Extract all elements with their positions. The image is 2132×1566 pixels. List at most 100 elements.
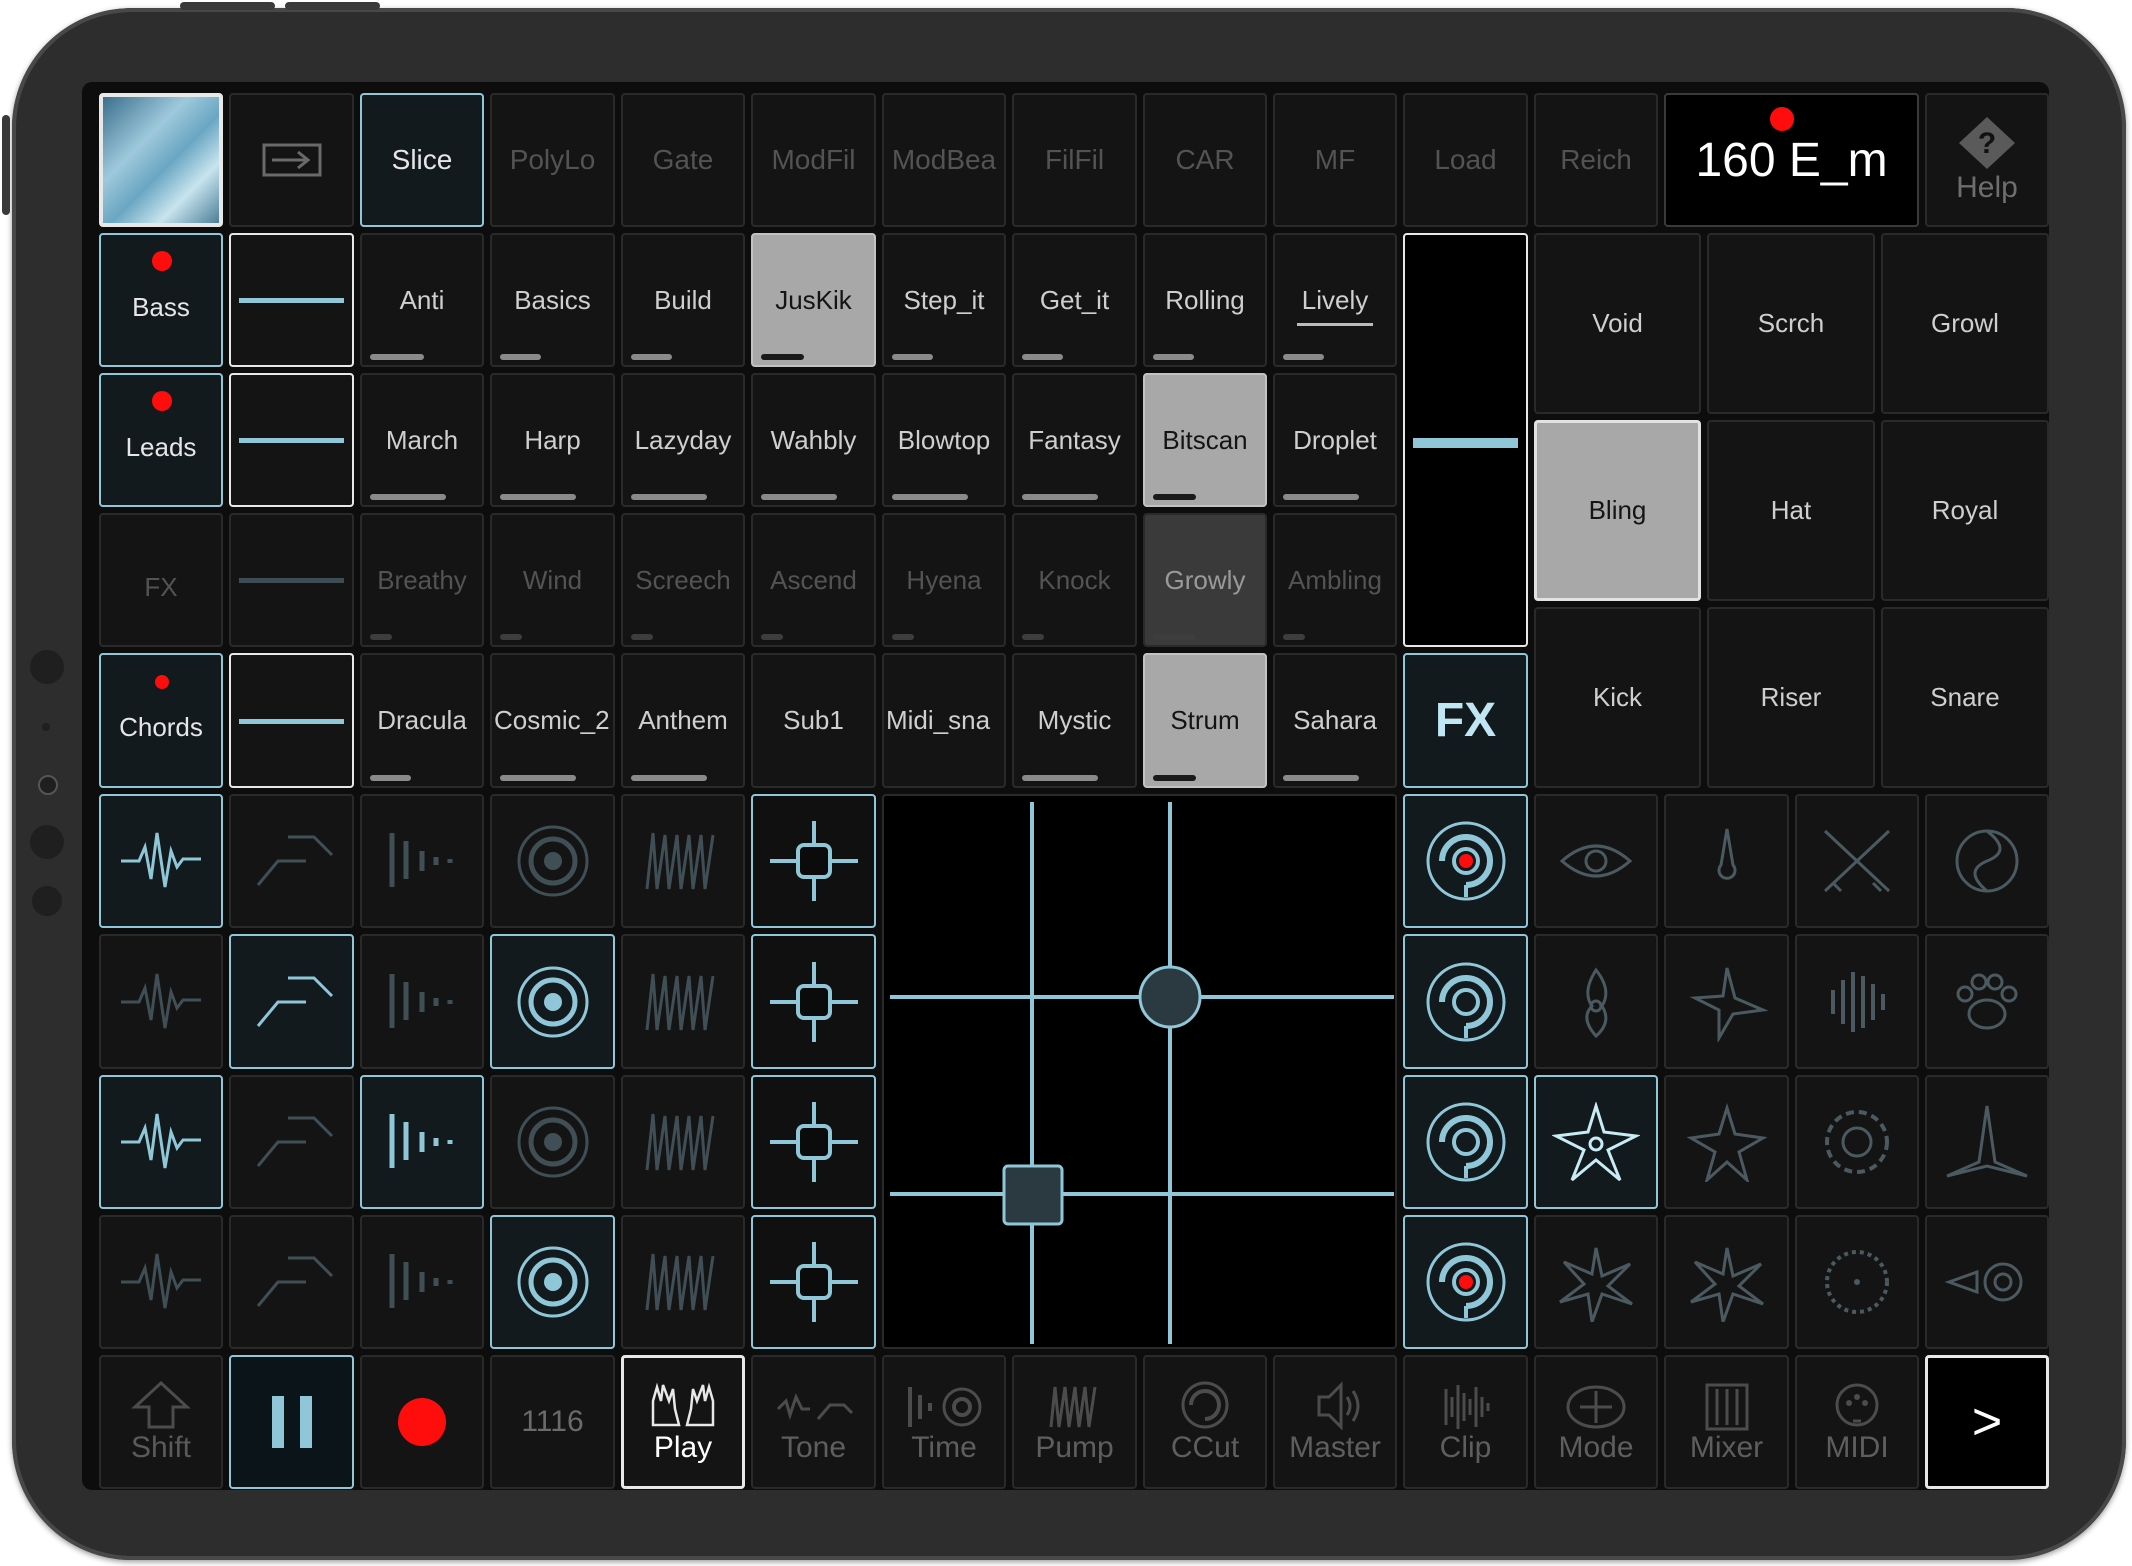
track-volume-fx[interactable] [229, 513, 354, 647]
effect-target-2[interactable] [490, 934, 615, 1069]
tab-modbea[interactable]: ModBea [882, 93, 1006, 227]
track-leads[interactable]: Leads [99, 373, 223, 507]
ccut-4[interactable] [1403, 1215, 1528, 1349]
clip-juskik[interactable]: JusKik [751, 233, 876, 367]
time-button[interactable]: Time [882, 1355, 1006, 1489]
fx-weapon-5[interactable] [1534, 934, 1658, 1069]
clip-rolling[interactable]: Rolling [1143, 233, 1267, 367]
effect-pump-4[interactable] [621, 1215, 745, 1349]
clip-step_it[interactable]: Step_it [882, 233, 1006, 367]
tab-polylo[interactable]: PolyLo [490, 93, 615, 227]
clip-blowtop[interactable]: Blowtop [882, 373, 1006, 507]
effect-waveform-2[interactable] [99, 934, 223, 1069]
fx-weapon-10[interactable] [1664, 1075, 1789, 1209]
track-volume-leads[interactable] [229, 373, 354, 507]
effect-crosshair-4[interactable] [751, 1215, 876, 1349]
fx-pad-void[interactable]: Void [1534, 233, 1701, 414]
fx-weapon-15[interactable] [1795, 1215, 1919, 1349]
mixer-button[interactable]: Mixer [1664, 1355, 1789, 1489]
clip-mystic[interactable]: Mystic [1012, 653, 1137, 788]
tab-modfil[interactable]: ModFil [751, 93, 876, 227]
fx-weapon-7[interactable] [1795, 934, 1919, 1069]
clip-ascend[interactable]: Ascend [751, 513, 876, 647]
mode-button[interactable]: Mode [1534, 1355, 1658, 1489]
fx-weapon-3[interactable] [1795, 794, 1919, 928]
effect-pump-3[interactable] [621, 1075, 745, 1209]
fx-pad-snare[interactable]: Snare [1881, 607, 2049, 788]
clip-droplet[interactable]: Droplet [1273, 373, 1397, 507]
effect-envelope-1[interactable] [229, 794, 354, 928]
fx-pad-scrch[interactable]: Scrch [1707, 233, 1875, 414]
tab-car[interactable]: CAR [1143, 93, 1267, 227]
clip-strum[interactable]: Strum [1143, 653, 1267, 788]
fx-weapon-4[interactable] [1925, 794, 2049, 928]
effect-crosshair-3[interactable] [751, 1075, 876, 1209]
effect-target-4[interactable] [490, 1215, 615, 1349]
clip-get_it[interactable]: Get_it [1012, 233, 1137, 367]
next-page-button[interactable]: > [1925, 1355, 2049, 1489]
tab-slice[interactable]: Slice [360, 93, 484, 227]
clip-hyena[interactable]: Hyena [882, 513, 1006, 647]
clip-dracula[interactable]: Dracula [360, 653, 484, 788]
effect-target-3[interactable] [490, 1075, 615, 1209]
effect-waveform-4[interactable] [99, 1215, 223, 1349]
clip-bitscan[interactable]: Bitscan [1143, 373, 1267, 507]
clip-wahbly[interactable]: Wahbly [751, 373, 876, 507]
fx-weapon-13[interactable] [1534, 1215, 1658, 1349]
effect-waveform-1[interactable] [99, 794, 223, 928]
effect-slicer-2[interactable] [360, 934, 484, 1069]
clip-anti[interactable]: Anti [360, 233, 484, 367]
effect-waveform-3[interactable] [99, 1075, 223, 1209]
fx-weapon-11[interactable] [1795, 1075, 1919, 1209]
effect-target-1[interactable] [490, 794, 615, 928]
clip-fantasy[interactable]: Fantasy [1012, 373, 1137, 507]
fx-weapon-14[interactable] [1664, 1215, 1789, 1349]
shift-button[interactable]: Shift [99, 1355, 223, 1489]
fx-weapon-8[interactable] [1925, 934, 2049, 1069]
clip-screech[interactable]: Screech [621, 513, 745, 647]
track-fx[interactable]: FX [99, 513, 223, 647]
clip-anthem[interactable]: Anthem [621, 653, 745, 788]
tab-mf[interactable]: MF [1273, 93, 1397, 227]
fx-pad-hat[interactable]: Hat [1707, 420, 1875, 601]
clip-lazyday[interactable]: Lazyday [621, 373, 745, 507]
tab-filfil[interactable]: FilFil [1012, 93, 1137, 227]
fx-send-slider[interactable] [1403, 233, 1528, 647]
track-bass[interactable]: Bass [99, 233, 223, 367]
clip-build[interactable]: Build [621, 233, 745, 367]
track-volume-chords[interactable] [229, 653, 354, 788]
fx-weapon-12[interactable] [1925, 1075, 2049, 1209]
track-chords[interactable]: Chords [99, 653, 223, 788]
clip-sub1[interactable]: Sub1 [751, 653, 876, 788]
clip-wind[interactable]: Wind [490, 513, 615, 647]
clip-ambling[interactable]: Ambling [1273, 513, 1397, 647]
fx-weapon-9[interactable] [1534, 1075, 1658, 1209]
ccut-button[interactable]: CCut [1143, 1355, 1267, 1489]
clip-breathy[interactable]: Breathy [360, 513, 484, 647]
midi-button[interactable]: MIDI [1795, 1355, 1919, 1489]
tempo-key-display[interactable]: 160 E_m [1664, 93, 1919, 227]
clip-harp[interactable]: Harp [490, 373, 615, 507]
fx-weapon-2[interactable] [1664, 794, 1789, 928]
clip-lively[interactable]: Lively [1273, 233, 1397, 367]
ccut-1[interactable] [1403, 794, 1528, 928]
xy-pad[interactable] [882, 794, 1397, 1349]
tab-reich[interactable]: Reich [1534, 93, 1658, 227]
track-volume-bass[interactable] [229, 233, 354, 367]
ccut-3[interactable] [1403, 1075, 1528, 1209]
play-button[interactable]: Play [621, 1355, 745, 1489]
ccut-2[interactable] [1403, 934, 1528, 1069]
pump-button[interactable]: Pump [1012, 1355, 1137, 1489]
tab-load[interactable]: Load [1403, 93, 1528, 227]
tone-button[interactable]: Tone [751, 1355, 876, 1489]
master-button[interactable]: Master [1273, 1355, 1397, 1489]
tab-gate[interactable]: Gate [621, 93, 745, 227]
effect-envelope-3[interactable] [229, 1075, 354, 1209]
effect-pump-2[interactable] [621, 934, 745, 1069]
clip-sahara[interactable]: Sahara [1273, 653, 1397, 788]
fx-pad-kick[interactable]: Kick [1534, 607, 1701, 788]
clip-march[interactable]: March [360, 373, 484, 507]
fx-pad-riser[interactable]: Riser [1707, 607, 1875, 788]
fx-weapon-16[interactable] [1925, 1215, 2049, 1349]
fx-weapon-6[interactable] [1664, 934, 1789, 1069]
